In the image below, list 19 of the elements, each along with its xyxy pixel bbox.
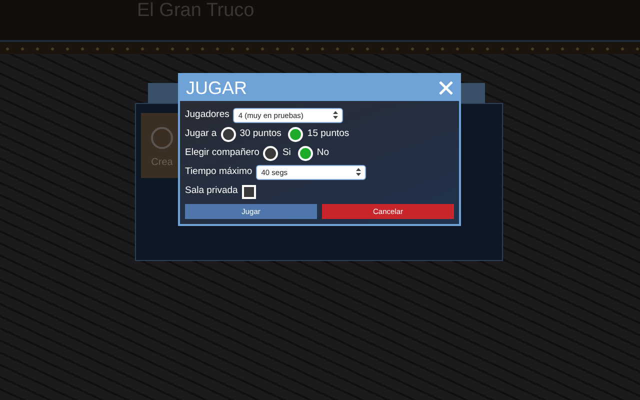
radio-button[interactable] — [288, 127, 304, 142]
field-label: Jugadores — [185, 108, 230, 122]
option-label: Si — [282, 146, 291, 160]
radio-button[interactable] — [220, 127, 236, 142]
field-label: Elegir compañero — [185, 146, 260, 160]
field-label: Tiempo máximo — [185, 165, 252, 180]
dialog-title: JUGAR — [186, 78, 248, 98]
radio-button[interactable] — [263, 146, 278, 161]
option-label: No — [316, 146, 330, 160]
field-label: Sala privada — [185, 184, 238, 198]
option-label: 30 puntos — [240, 127, 282, 142]
caret-icon — [333, 110, 338, 120]
circle-icon — [151, 127, 173, 149]
radio-button[interactable] — [298, 146, 313, 161]
field-label: Jugar a — [185, 127, 217, 142]
option-label: 15 puntos — [307, 127, 350, 142]
checkbox[interactable] — [242, 184, 256, 198]
caret-icon — [356, 168, 362, 178]
close-icon[interactable] — [437, 79, 455, 97]
